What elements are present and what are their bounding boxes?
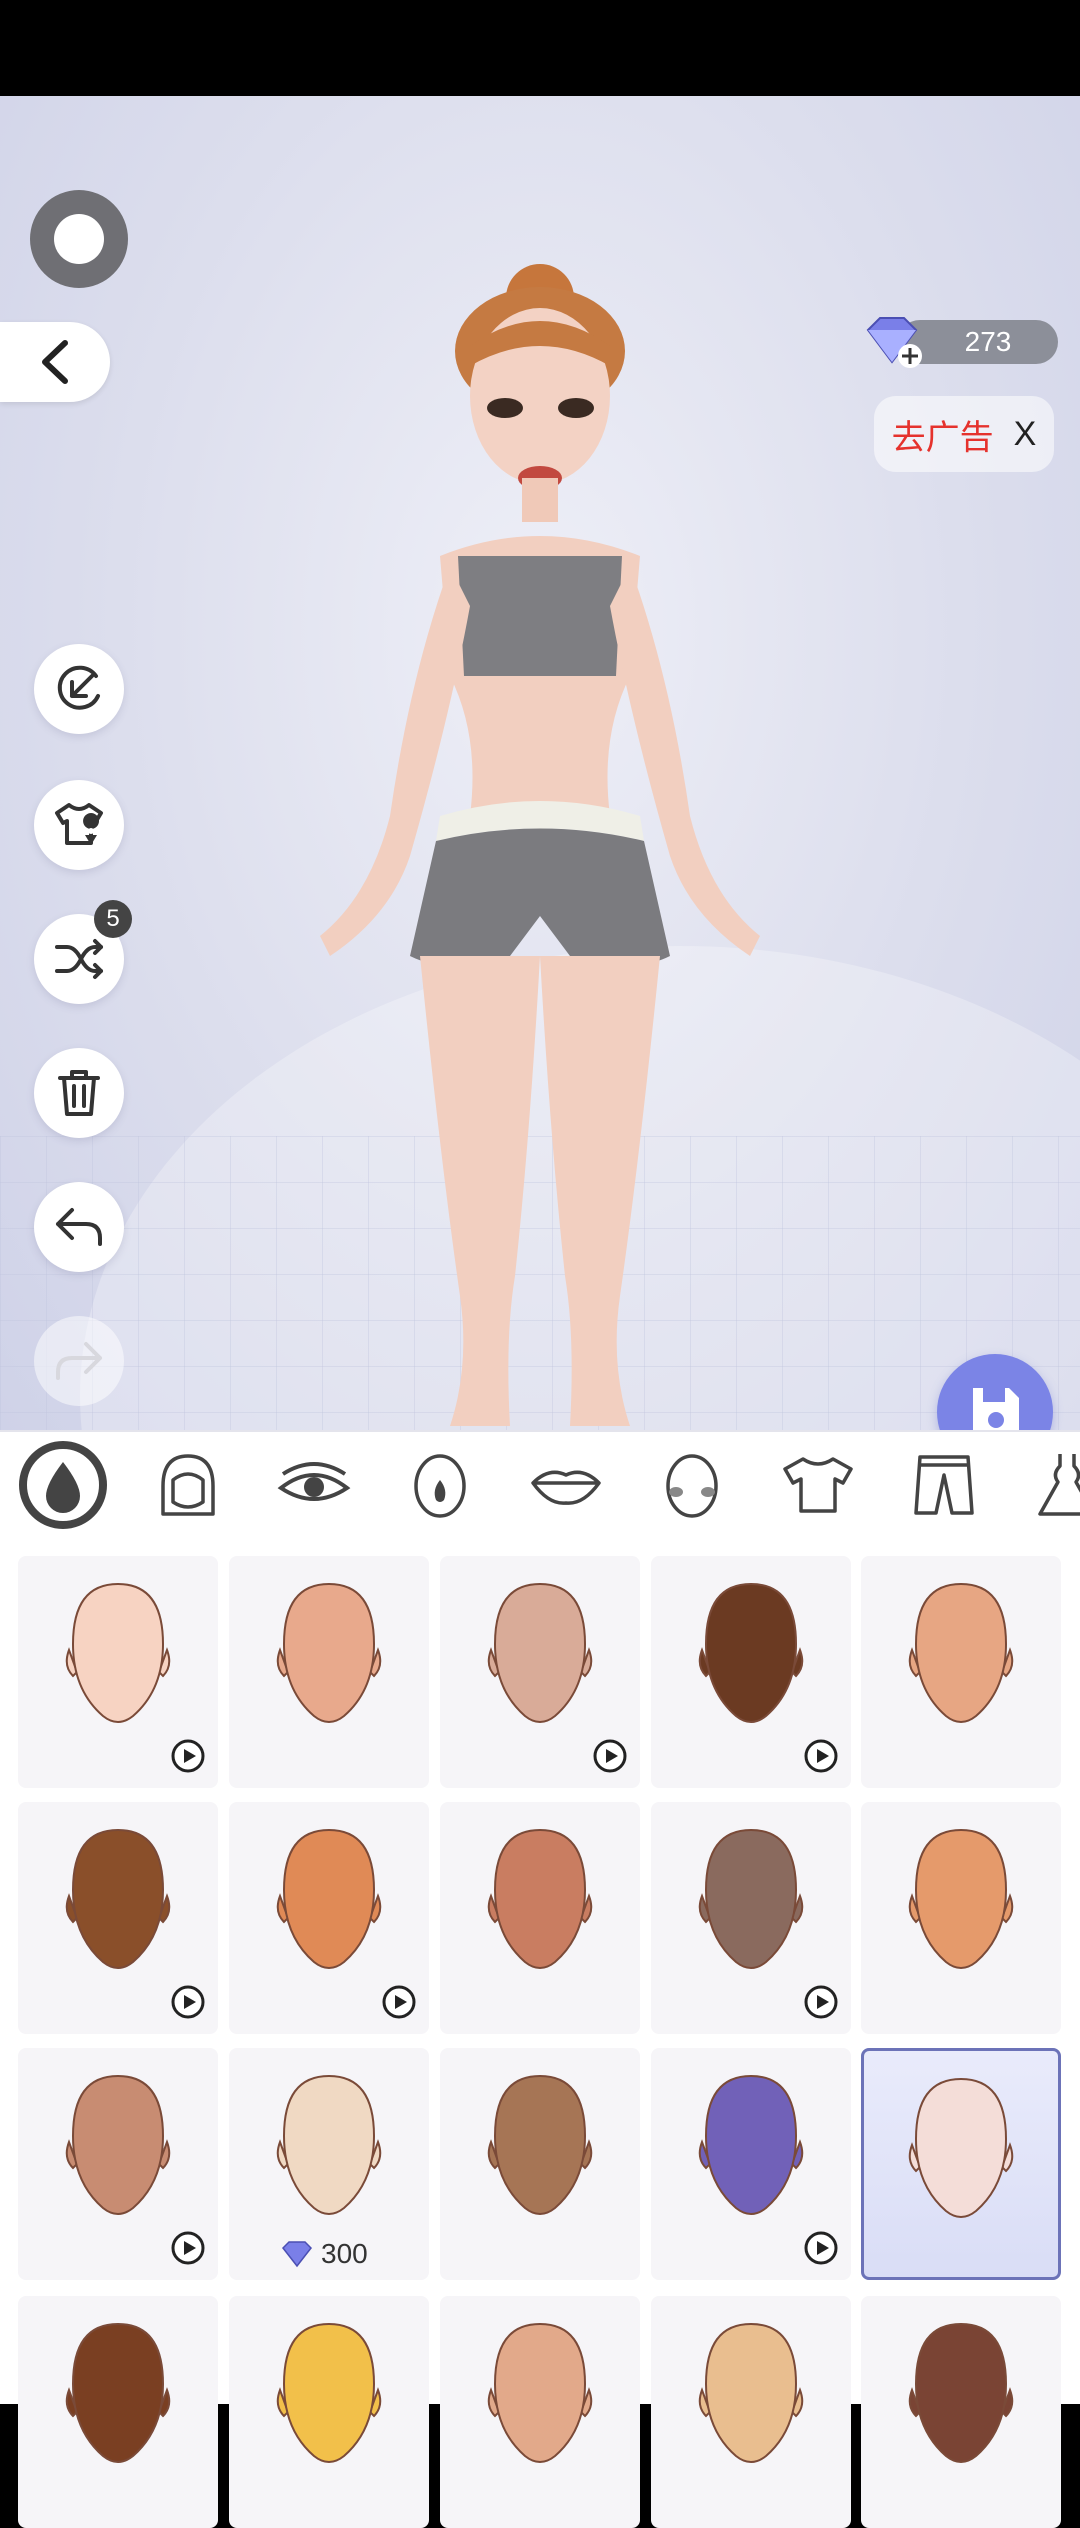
face-shape-icon (908, 2322, 1014, 2463)
face-shape-icon (65, 1582, 171, 1723)
skin-tone-tile[interactable] (18, 2048, 218, 2280)
gem-counter[interactable]: 273 (858, 317, 1058, 368)
skin-tone-tile[interactable] (651, 2048, 851, 2280)
face-shape-icon (698, 1582, 804, 1723)
face-shape-icon (908, 1582, 1014, 1723)
skin-tone-tile[interactable] (229, 1802, 429, 2034)
outfit-location-button[interactable] (34, 780, 124, 870)
hair-icon (161, 1454, 215, 1516)
skin-tone-tile[interactable] (440, 2296, 640, 2528)
play-video-icon (171, 1985, 205, 2019)
save-icon (973, 1388, 1019, 1430)
skin-drop-icon (19, 1441, 107, 1529)
play-video-icon (593, 1739, 627, 1773)
skin-tone-tile[interactable] (229, 2296, 429, 2528)
face-shape-icon (65, 1828, 171, 1969)
nose-icon (414, 1454, 466, 1518)
shirt-pin-icon (55, 803, 103, 845)
gem-icon (282, 2241, 312, 2268)
tab-blush[interactable] (637, 1440, 747, 1530)
dress-icon (1038, 1454, 1080, 1516)
auto-match-button[interactable] (34, 644, 124, 734)
remove-ads-button[interactable]: 去广告 X (874, 396, 1054, 472)
tab-nose[interactable] (385, 1440, 495, 1530)
tshirt-icon (783, 1457, 853, 1513)
skin-tone-grid: 300 (0, 1536, 1080, 2528)
play-video-icon (171, 1739, 205, 1773)
skin-tone-tile[interactable] (440, 1556, 640, 1788)
undo-icon (56, 1208, 102, 1246)
tab-tops[interactable] (763, 1440, 873, 1530)
face-shape-icon (698, 2074, 804, 2215)
tab-skin[interactable] (8, 1440, 118, 1530)
tab-dresses[interactable] (1012, 1440, 1080, 1530)
status-bar (0, 0, 1080, 96)
play-video-icon (804, 1985, 838, 2019)
face-shape-icon (908, 2077, 1014, 2218)
eye-icon (277, 1462, 351, 1501)
category-tabbar (0, 1430, 1080, 1538)
play-video-icon (804, 2231, 838, 2265)
skin-tone-tile[interactable] (440, 1802, 640, 2034)
skin-tone-tile[interactable] (18, 1802, 218, 2034)
play-video-icon (382, 1985, 416, 2019)
random-count-badge: 5 (94, 900, 132, 938)
remove-ads-label: 去广告 (891, 418, 994, 457)
skin-tone-tile[interactable]: 300 (229, 2048, 429, 2280)
redo-button[interactable] (34, 1316, 124, 1406)
play-video-icon (804, 1739, 838, 1773)
blush-face-icon (666, 1454, 718, 1518)
random-button[interactable]: 5 (34, 900, 132, 1004)
face-shape-icon (276, 1582, 382, 1723)
record-button[interactable] (30, 190, 128, 288)
face-shape-icon (698, 2322, 804, 2463)
face-shape-icon (698, 1828, 804, 1969)
face-shape-icon (908, 1828, 1014, 1969)
undo-button[interactable] (34, 1182, 124, 1272)
delete-button[interactable] (34, 1048, 124, 1138)
face-shape-icon (276, 2322, 382, 2463)
skin-tone-tile[interactable] (861, 2296, 1061, 2528)
skin-tone-tile[interactable] (651, 1556, 851, 1788)
face-shape-icon (487, 1582, 593, 1723)
skin-tone-tile[interactable] (861, 2048, 1061, 2280)
trash-icon (58, 1070, 100, 1116)
price-value: 300 (321, 2238, 368, 2269)
avatar-stage: 273 去广告 X 5 (0, 96, 1080, 1430)
skin-tone-tile[interactable] (440, 2048, 640, 2280)
skin-tone-tile[interactable] (651, 2296, 851, 2528)
skin-tone-tile[interactable] (229, 1556, 429, 1788)
skin-tone-tile[interactable] (18, 1556, 218, 1788)
close-ads-icon[interactable]: X (1014, 415, 1037, 454)
face-shape-icon (487, 2074, 593, 2215)
face-shape-icon (65, 2074, 171, 2215)
skin-tone-tile[interactable] (651, 1802, 851, 2034)
tab-eyes[interactable] (259, 1440, 369, 1530)
tab-bottoms[interactable] (889, 1440, 999, 1530)
face-shape-icon (276, 2074, 382, 2215)
tab-hair[interactable] (133, 1440, 243, 1530)
chevron-left-icon (42, 340, 68, 384)
pants-icon (914, 1455, 974, 1515)
add-gems-icon[interactable] (858, 312, 926, 372)
face-shape-icon (65, 2322, 171, 2463)
lips-icon (531, 1470, 601, 1505)
face-shape-icon (487, 2322, 593, 2463)
arrow-down-left-circle-icon (57, 665, 100, 710)
shuffle-icon (55, 939, 103, 979)
skin-tone-tile[interactable] (861, 1802, 1061, 2034)
play-video-icon (171, 2231, 205, 2265)
skin-tone-tile[interactable] (861, 1556, 1061, 1788)
avatar-character (320, 264, 760, 1426)
face-shape-icon (276, 1828, 382, 1969)
tab-lips[interactable] (511, 1440, 621, 1530)
price-tag: 300 (279, 2238, 368, 2270)
redo-icon (56, 1342, 102, 1380)
skin-tone-tile[interactable] (18, 2296, 218, 2528)
back-button[interactable] (0, 322, 110, 402)
face-shape-icon (487, 1828, 593, 1969)
